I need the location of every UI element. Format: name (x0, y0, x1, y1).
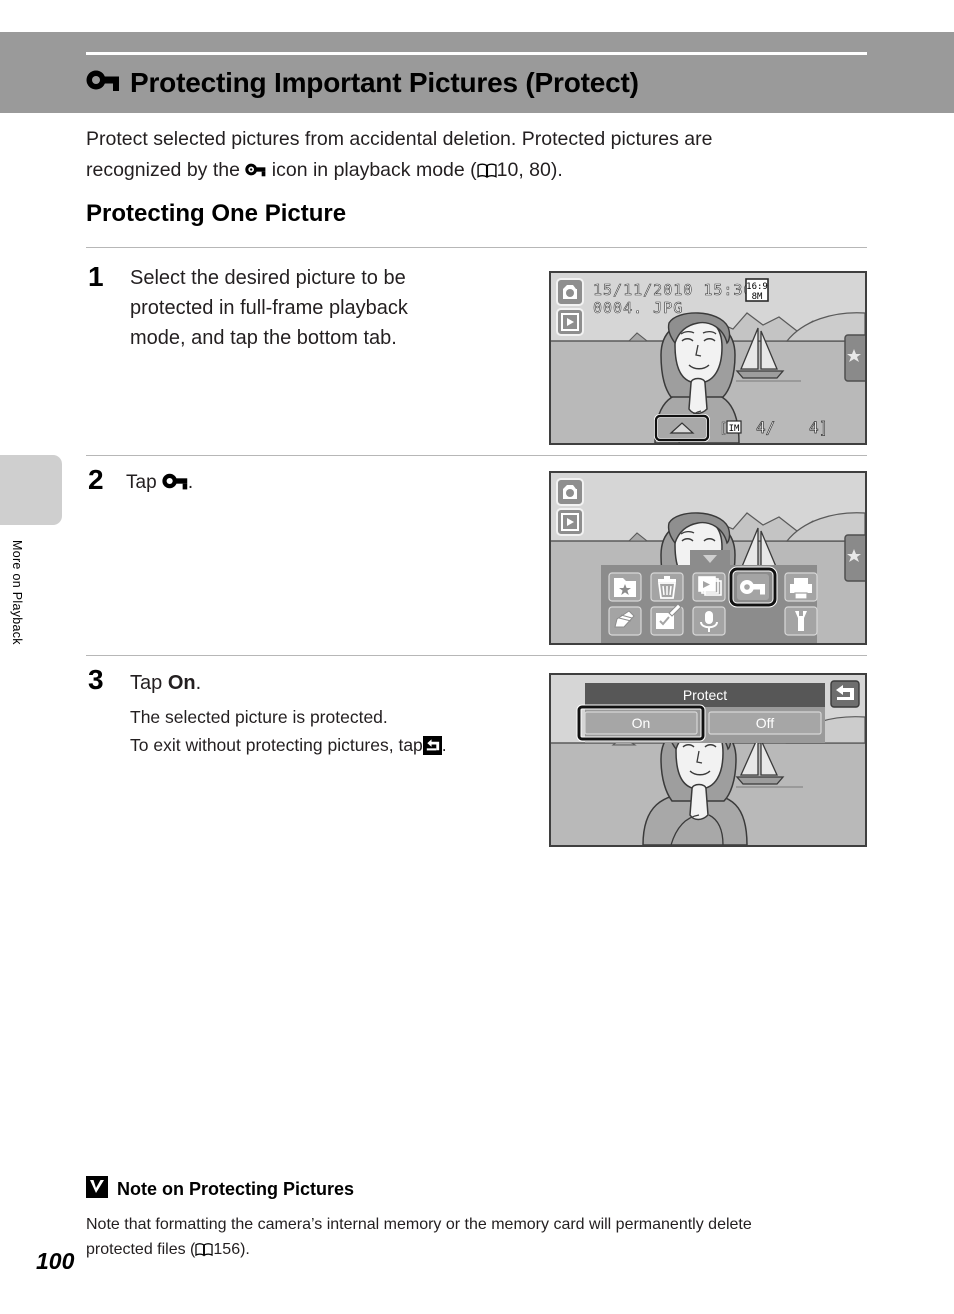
note-body: Note that formatting the camera’s intern… (86, 1212, 876, 1265)
step-1-number: 1 (88, 261, 104, 292)
step-1-line-3: mode, and tap the bottom tab. (130, 327, 397, 349)
screenshot-full-frame-playback: 15/11/2010 15:30 0004. JPG 16:9 8M [ IM … (549, 271, 867, 445)
note-heading-text: Note on Protecting Pictures (117, 1179, 355, 1199)
step-2-text: Tap . (126, 468, 526, 498)
note-heading: Note on Protecting Pictures (86, 1176, 354, 1203)
step-1-text: Select the desired picture to be protect… (130, 263, 530, 353)
step-3-text-before: Tap (130, 672, 163, 694)
note-line-2: protected files ( 156). (86, 1237, 876, 1265)
book-reference-icon (195, 1240, 214, 1265)
intro-line-2: recognized by the icon in playback mode … (86, 155, 876, 189)
step-2-text-before: Tap (126, 472, 157, 494)
divider-rule-3 (86, 655, 867, 656)
divider-rule-1 (86, 247, 867, 248)
key-protect-small-icon (245, 155, 266, 186)
step-2-number: 2 (88, 464, 104, 495)
intro-paragraph: Protect selected pictures from accidenta… (86, 124, 876, 189)
step-1-line-1: Select the desired picture to be (130, 267, 406, 289)
dialog-option-off-text: Off (756, 715, 775, 731)
step-1-line-2: protected in full-frame playback (130, 297, 408, 319)
page-title: Protecting Important Pictures (Protect) (86, 58, 886, 108)
note-line-1: Note that formatting the camera’s intern… (86, 1216, 752, 1233)
svg-text:[: [ (719, 421, 727, 437)
svg-text:4]: 4] (809, 418, 828, 437)
divider-rule-2 (86, 455, 867, 456)
step-3-sub-line-2: To exit without protecting pictures, tap… (130, 731, 560, 763)
intro-line-2-after: 10, 80). (496, 159, 563, 181)
intro-line-2-mid: icon in playback mode ( (271, 159, 477, 181)
key-protect-icon (162, 468, 188, 498)
warning-checkmark-icon (86, 1176, 108, 1203)
svg-text:0004. JPG: 0004. JPG (593, 299, 683, 317)
step-3-number: 3 (88, 664, 104, 695)
svg-text:16:9: 16:9 (746, 282, 768, 292)
chapter-tab-marker (0, 455, 62, 525)
page-title-text: Protecting Important Pictures (Protect) (130, 67, 639, 98)
key-protect-icon (86, 67, 120, 100)
step-3-subtext: The selected picture is protected. To ex… (130, 703, 560, 763)
step-3-sub-line-1: The selected picture is protected. (130, 707, 388, 727)
note-line-2-after: 156). (213, 1241, 250, 1258)
header-rule (86, 52, 867, 55)
section-heading: Protecting One Picture (86, 200, 347, 227)
step-3-sub-line-2-before: To exit without protecting pictures, tap (130, 735, 423, 755)
screenshot-protect-dialog: Protect On Off (549, 673, 867, 847)
intro-line-2-before: recognized by the (86, 159, 240, 181)
dialog-title-text: Protect (683, 687, 727, 703)
svg-text:IM: IM (729, 424, 740, 434)
note-line-2-before: protected files ( (86, 1241, 196, 1258)
dialog-option-on-text: On (632, 715, 651, 731)
svg-text:15/11/2010 15:30: 15/11/2010 15:30 (593, 281, 754, 299)
screenshot-playback-option-menu (549, 471, 867, 645)
step-3-sub-line-2-after: . (441, 735, 447, 755)
step-3-text-after: . (195, 672, 202, 694)
page-number: 100 (36, 1248, 75, 1274)
step-3-bold-word: On (167, 672, 196, 694)
chapter-label: More on Playback (10, 540, 24, 645)
book-reference-icon (477, 158, 497, 189)
step-3-text: Tap On. (130, 668, 550, 698)
intro-line-1: Protect selected pictures from accidenta… (86, 128, 713, 150)
back-arrow-icon (422, 735, 442, 763)
svg-text:8M: 8M (752, 292, 763, 302)
step-2-text-after: . (187, 472, 194, 494)
svg-text:4/: 4/ (756, 418, 775, 437)
